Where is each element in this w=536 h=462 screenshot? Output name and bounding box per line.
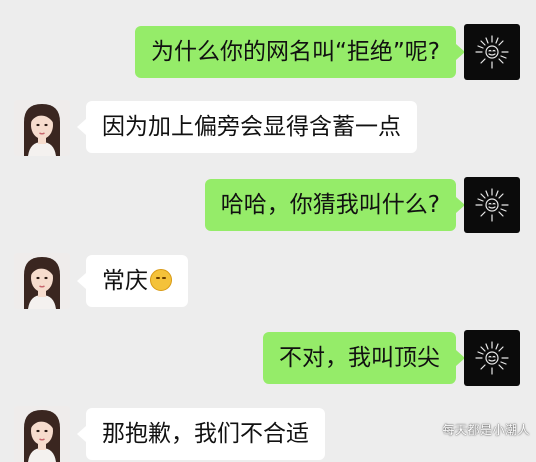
my-message-bubble[interactable]: 为什么你的网名叫“拒绝”呢? [134,26,466,78]
sun-sketch-icon [464,177,520,233]
contact-message-bubble[interactable]: 常庆 [77,255,188,307]
contact-message-bubble[interactable]: 因为加上偏旁会显得含蓄一点 [77,101,417,153]
watermark: 每天都是小潮人 [442,423,530,437]
my-avatar[interactable] [464,330,520,386]
girl-portrait-avatar-icon [14,253,70,309]
my-avatar[interactable] [464,177,520,233]
contact-avatar[interactable] [14,406,70,462]
message-text: 不对，我叫顶尖 [279,345,440,371]
contact-avatar[interactable] [14,100,70,156]
contact-message-bubble[interactable]: 那抱歉，我们不合适 [77,408,325,460]
message-text: 那抱歉，我们不合适 [102,421,309,447]
thinking-face-icon [150,269,172,291]
sun-sketch-icon [464,330,520,386]
sun-sketch-icon [464,24,520,80]
my-message-bubble[interactable]: 哈哈，你猜我叫什么? [204,179,466,231]
contact-avatar[interactable] [14,253,70,309]
message-text: 因为加上偏旁会显得含蓄一点 [102,114,401,140]
my-avatar[interactable] [464,24,520,80]
message-text: 为什么你的网名叫“拒绝”呢? [150,39,440,65]
message-text: 常庆 [102,268,148,294]
girl-portrait-avatar-icon [14,406,70,462]
my-message-bubble[interactable]: 不对，我叫顶尖 [263,332,465,384]
girl-portrait-avatar-icon [14,100,70,156]
message-text: 哈哈，你猜我叫什么? [220,192,440,218]
